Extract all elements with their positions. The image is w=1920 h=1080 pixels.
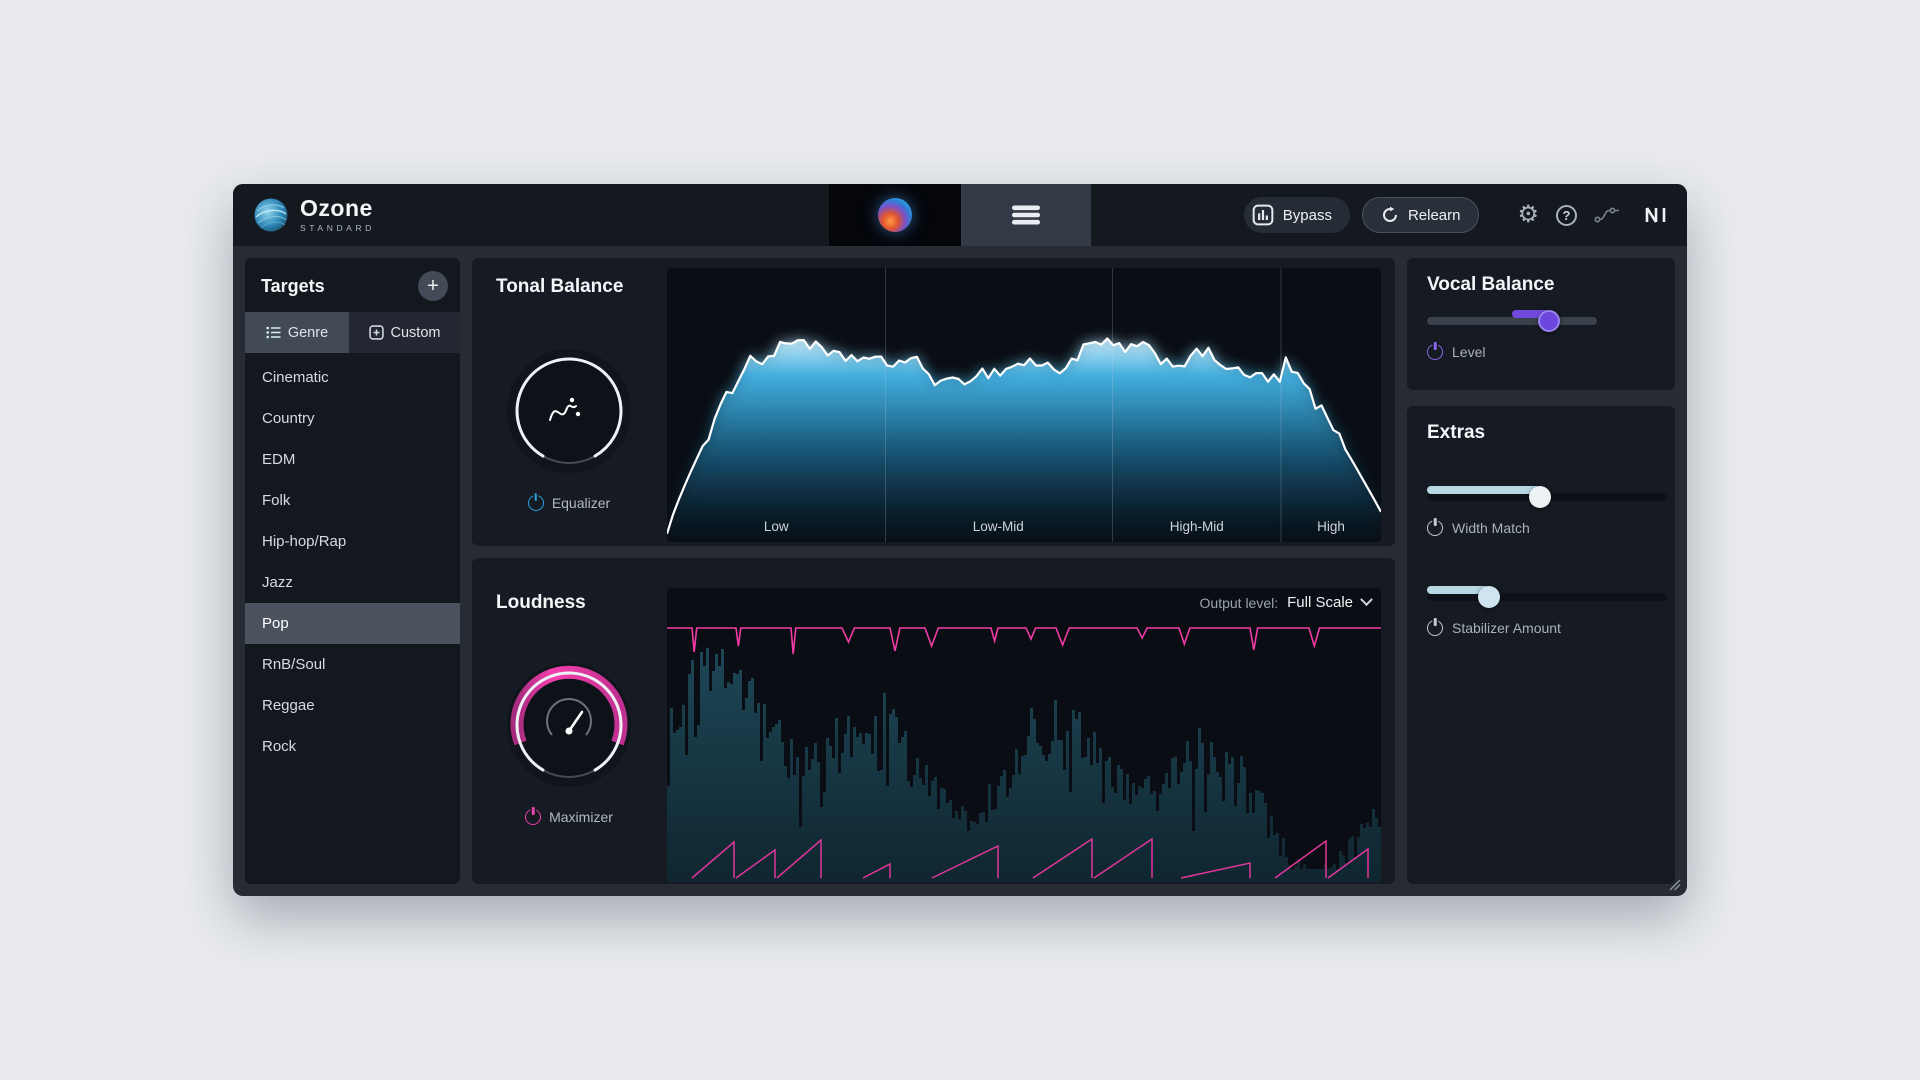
tab-genre[interactable]: Genre bbox=[245, 312, 349, 353]
stabilizer-label: Stabilizer Amount bbox=[1452, 620, 1561, 636]
genre-item[interactable]: Cinematic bbox=[245, 357, 460, 398]
bypass-button[interactable]: Bypass bbox=[1243, 197, 1350, 233]
genre-tab-label: Genre bbox=[287, 324, 329, 341]
genre-item[interactable]: Reggae bbox=[245, 685, 460, 726]
assistant-orb-icon bbox=[878, 198, 912, 232]
maximizer-power-icon[interactable] bbox=[525, 809, 542, 825]
level-slider[interactable] bbox=[1427, 310, 1597, 332]
width-match-slider[interactable] bbox=[1427, 486, 1667, 508]
meter-icon bbox=[1252, 204, 1274, 226]
target-type-tabs: Genre Custom bbox=[245, 312, 460, 353]
level-slider-track[interactable] bbox=[1427, 317, 1597, 325]
loudness-panel: Loudness Output level: Full Scale Maximi… bbox=[472, 558, 1395, 884]
level-label: Level bbox=[1452, 344, 1486, 360]
ozone-logo-icon bbox=[254, 198, 288, 232]
gear-icon[interactable]: ⚙ bbox=[1517, 203, 1539, 227]
right-column: Vocal Balance Level Extras Width Match S… bbox=[1407, 258, 1675, 884]
output-level-label: Output level: bbox=[1199, 594, 1279, 611]
equalizer-knob[interactable]: Equalizer bbox=[504, 348, 634, 511]
tab-detailed-view[interactable] bbox=[961, 184, 1091, 246]
width-match-thumb[interactable] bbox=[1528, 486, 1551, 508]
resize-handle[interactable] bbox=[1668, 878, 1681, 891]
band-label-low-mid: Low-Mid bbox=[972, 519, 1024, 534]
add-target-button[interactable]: + bbox=[418, 271, 448, 301]
vocal-balance-title: Vocal Balance bbox=[1427, 274, 1555, 295]
modules-icon bbox=[1012, 205, 1040, 225]
targets-sidebar: Targets + Genre Custom Cinematic Country… bbox=[245, 258, 460, 884]
app-edition: STANDARD bbox=[300, 223, 375, 233]
loudness-display bbox=[667, 588, 1381, 882]
custom-tab-label: Custom bbox=[390, 324, 441, 341]
extras-title: Extras bbox=[1427, 422, 1486, 443]
equalizer-label: Equalizer bbox=[551, 495, 611, 511]
relearn-icon bbox=[1382, 206, 1397, 222]
output-level-value[interactable]: Full Scale bbox=[1287, 594, 1353, 611]
stabilizer-power-icon[interactable] bbox=[1427, 620, 1443, 636]
stabilizer-slider[interactable] bbox=[1427, 586, 1667, 608]
topbar: Ozone STANDARD Bypass Relearn ⚙ ? bbox=[233, 184, 1687, 246]
maximizer-label: Maximizer bbox=[549, 809, 613, 825]
bypass-label: Bypass bbox=[1282, 206, 1332, 224]
width-match-power-icon[interactable] bbox=[1427, 520, 1443, 536]
vocal-balance-card: Vocal Balance Level bbox=[1407, 258, 1675, 390]
equalizer-power-icon[interactable] bbox=[527, 495, 544, 511]
maximizer-knob-graphic bbox=[507, 663, 631, 787]
relearn-label: Relearn bbox=[1407, 206, 1461, 224]
content: Targets + Genre Custom Cinematic Country… bbox=[233, 246, 1687, 896]
genre-item[interactable]: EDM bbox=[245, 439, 460, 480]
band-label-low: Low bbox=[763, 519, 789, 534]
level-power-icon[interactable] bbox=[1427, 344, 1443, 360]
ozone-plugin-window: Ozone STANDARD Bypass Relearn ⚙ ? Target… bbox=[233, 184, 1687, 896]
genre-item[interactable]: Hip-hop/Rap bbox=[245, 521, 460, 562]
app-name: Ozone bbox=[300, 195, 373, 221]
genre-item[interactable]: Folk bbox=[245, 480, 460, 521]
topbar-actions: Bypass Relearn ⚙ ? bbox=[1243, 197, 1687, 233]
band-label-high: High bbox=[1317, 519, 1345, 534]
main-area: Tonal Balance Equalizer Low Low-Mid High… bbox=[472, 258, 1395, 884]
tonal-balance-display: Low Low-Mid High-Mid High bbox=[667, 268, 1381, 542]
tab-custom[interactable]: Custom bbox=[349, 312, 460, 353]
stabilizer-track[interactable] bbox=[1427, 593, 1667, 601]
genre-list: Cinematic Country EDM Folk Hip-hop/Rap J… bbox=[245, 353, 460, 767]
genre-list-icon bbox=[266, 326, 281, 339]
relearn-button[interactable]: Relearn bbox=[1361, 197, 1480, 233]
extras-card: Extras Width Match Stabilizer Amount bbox=[1407, 406, 1675, 884]
output-level-control[interactable]: Output level: Full Scale bbox=[1199, 593, 1373, 611]
equalizer-knob-graphic bbox=[507, 349, 631, 473]
tonal-balance-title: Tonal Balance bbox=[496, 276, 624, 297]
view-tabs bbox=[829, 184, 1091, 246]
plus-box-icon bbox=[368, 325, 384, 340]
level-slider-thumb[interactable] bbox=[1538, 310, 1561, 332]
stabilizer-thumb[interactable] bbox=[1478, 586, 1501, 608]
targets-title: Targets bbox=[261, 275, 325, 296]
ni-logo[interactable] bbox=[1643, 206, 1669, 224]
width-match-label: Width Match bbox=[1452, 520, 1530, 536]
signal-chain-icon[interactable] bbox=[1594, 207, 1620, 223]
width-match-fill bbox=[1427, 486, 1540, 494]
band-label-high-mid: High-Mid bbox=[1169, 519, 1224, 534]
help-icon[interactable]: ? bbox=[1556, 204, 1577, 226]
genre-item-selected[interactable]: Pop bbox=[245, 603, 460, 644]
genre-item[interactable]: Country bbox=[245, 398, 460, 439]
tab-assistant-view[interactable] bbox=[829, 184, 961, 246]
genre-item[interactable]: RnB/Soul bbox=[245, 644, 460, 685]
chevron-down-icon[interactable] bbox=[1360, 593, 1373, 607]
genre-item[interactable]: Rock bbox=[245, 726, 460, 767]
maximizer-knob[interactable]: Maximizer bbox=[504, 662, 634, 825]
tonal-balance-panel: Tonal Balance Equalizer Low Low-Mid High… bbox=[472, 258, 1395, 546]
brand: Ozone STANDARD bbox=[233, 197, 375, 233]
utility-icons: ⚙ ? bbox=[1517, 203, 1669, 227]
loudness-title: Loudness bbox=[496, 592, 586, 613]
genre-item[interactable]: Jazz bbox=[245, 562, 460, 603]
